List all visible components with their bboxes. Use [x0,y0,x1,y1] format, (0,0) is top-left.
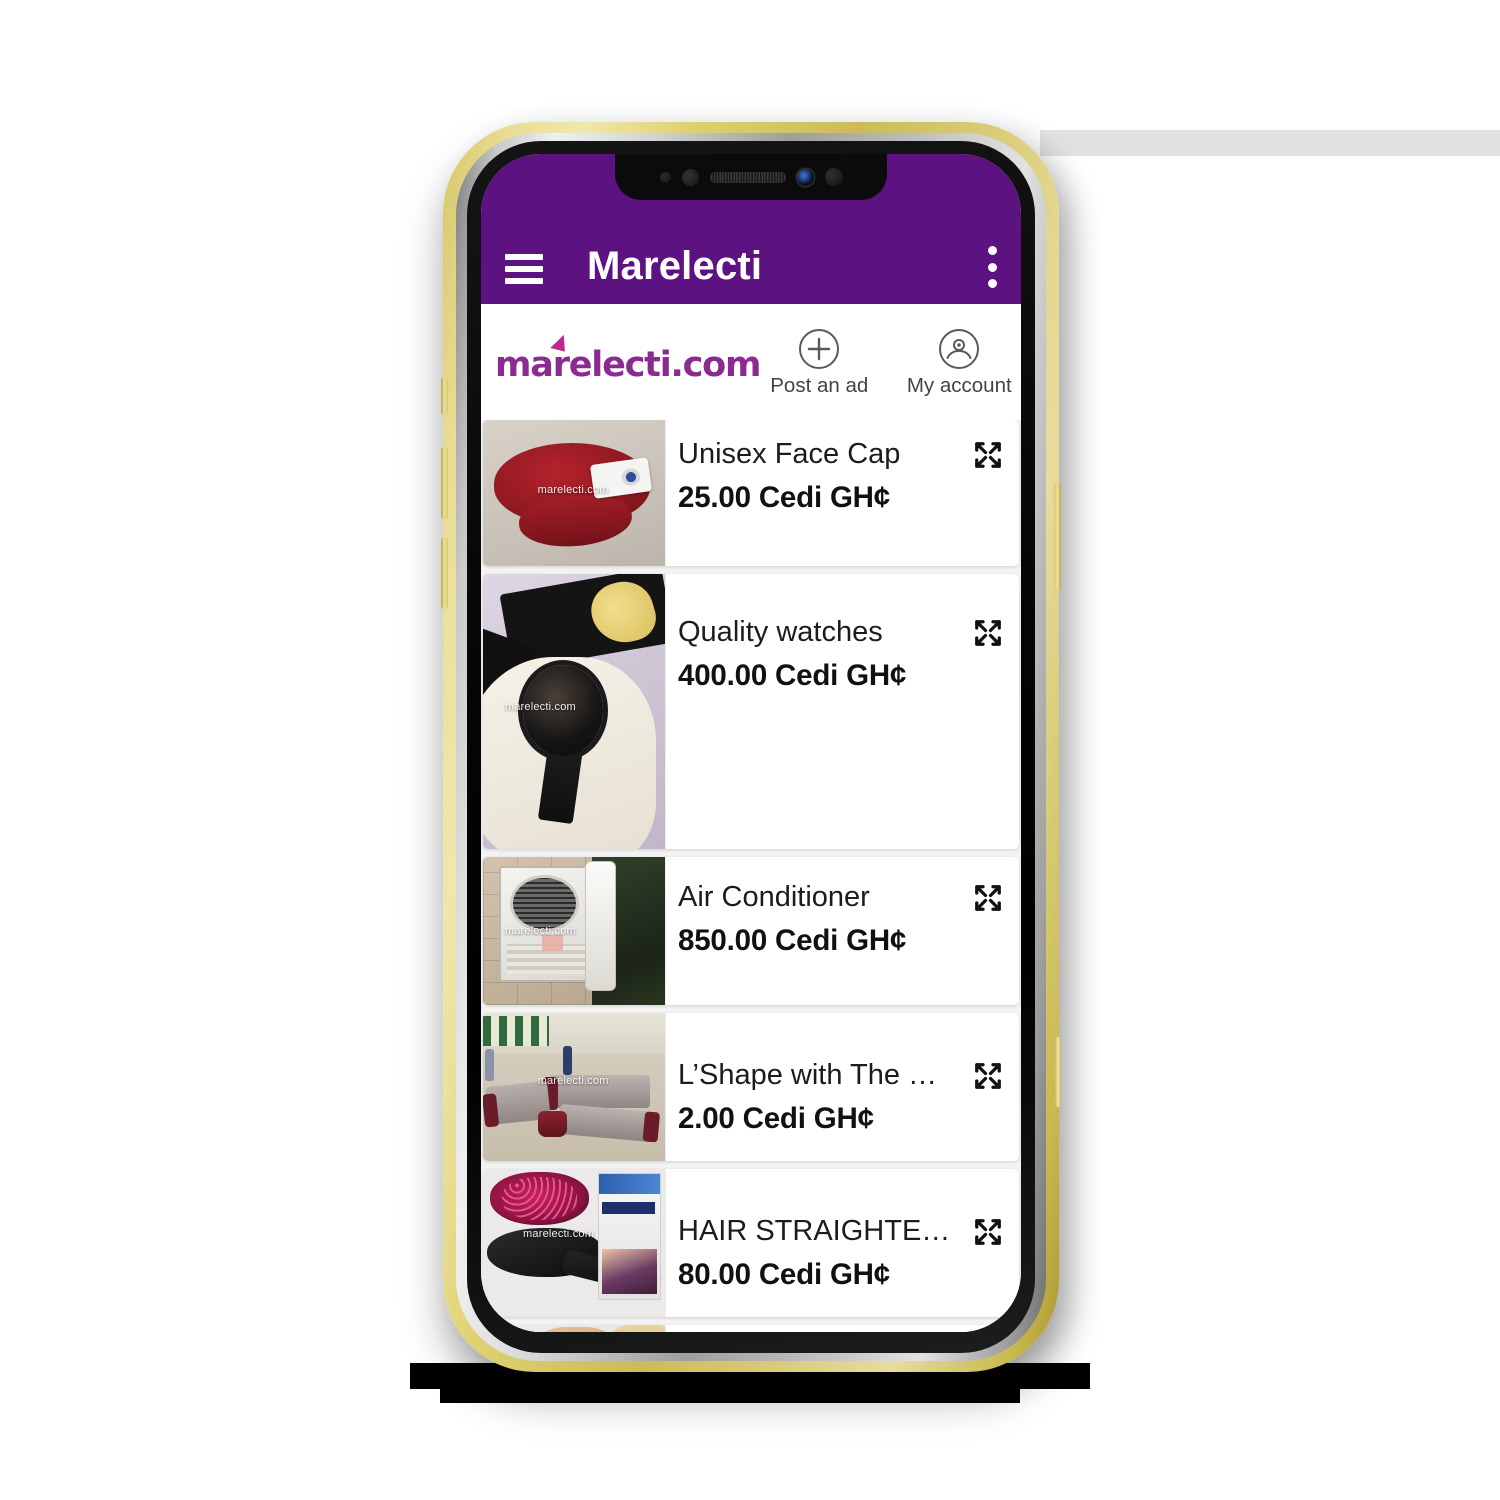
listing-price: 850.00 Cedi GH¢ [678,924,907,958]
volume-up-button[interactable] [441,447,448,519]
expand-arrows-icon[interactable] [973,1061,1003,1091]
listing-details: Air Conditioner 850.00 Cedi GH¢ [665,857,1019,1005]
my-account-button[interactable]: My account [900,327,1018,397]
listing-details: L’Shape with The … 2.00 Cedi GH¢ [665,1013,1019,1161]
listing-card[interactable]: Waist trainer [483,1325,1019,1332]
expand-arrows-icon[interactable] [973,618,1003,648]
listing-thumbnail[interactable] [483,1325,665,1332]
post-an-ad-label: Post an ad [770,374,869,398]
right-side-lower-button[interactable] [1055,1037,1061,1107]
app-title: Marelecti [587,244,763,288]
listing-card[interactable]: marelecti.com Quality watches 400.00 Ced… [483,574,1019,849]
listing-thumbnail[interactable]: marelecti.com [483,1169,665,1317]
photo-watermark: marelecti.com [523,1228,595,1241]
listing-card[interactable]: marelecti.com Air Conditioner 850.00 Ced… [483,857,1019,1005]
account-circle-icon [939,329,980,370]
background-band-right [1040,130,1500,156]
photo-watermark: marelecti.com [504,925,576,938]
listing-title: HAIR STRAIGHTE… [678,1215,951,1247]
phone-notch [615,154,887,200]
photo-watermark: marelecti.com [504,700,576,713]
expand-arrows-icon[interactable] [973,883,1003,913]
front-camera-icon [796,168,814,186]
site-header: marelecti.com Post an ad My account [481,304,1021,420]
expand-arrows-icon[interactable] [973,440,1003,470]
listing-title-row: L’Shape with The … [678,1013,1003,1092]
listing-details: HAIR STRAIGHTE… 80.00 Cedi GH¢ [665,1169,1019,1317]
listing-title-row: Quality watches [678,574,1003,649]
photo-watermark: marelecti.com [537,1075,609,1088]
silent-switch-button[interactable] [441,377,448,415]
phone-screen: Marelecti marelecti.com Post an ad My ac… [481,154,1021,1332]
listing-details: Unisex Face Cap 25.00 Cedi GH¢ [665,420,1019,566]
listing-title: Quality watches [678,616,883,648]
background-band-bottom-inner [440,1389,1020,1403]
listing-title-row: Waist trainer [678,1325,1003,1332]
product-photo-hair-straightener [483,1169,665,1317]
phone-device-mockup: Marelecti marelecti.com Post an ad My ac… [441,122,1061,1372]
volume-down-button[interactable] [441,537,448,609]
listing-thumbnail[interactable]: marelecti.com [483,1013,665,1161]
listings-scroll-area[interactable]: marelecti.com Unisex Face Cap 25.00 Cedi… [481,420,1021,1332]
expand-arrows-icon[interactable] [973,1217,1003,1247]
listing-title: L’Shape with The … [678,1059,938,1091]
earpiece-speaker-icon [709,171,786,183]
listing-details: Waist trainer [665,1325,1019,1332]
three-dot-overflow-icon[interactable] [987,246,997,288]
listing-price: 80.00 Cedi GH¢ [678,1258,890,1292]
listing-title: Air Conditioner [678,881,870,913]
listing-thumbnail[interactable]: marelecti.com [483,420,665,566]
power-button[interactable] [1054,482,1061,590]
header-actions: Post an ad My account [760,327,1021,397]
site-logo[interactable]: marelecti.com [495,331,761,385]
site-logo-text: marelecti.com [495,344,761,385]
proximity-sensor-icon [659,171,671,183]
dot-projector-sensor-icon [824,168,843,186]
listing-title-row: HAIR STRAIGHTE… [678,1169,1003,1248]
listing-title-row: Unisex Face Cap [678,420,1003,471]
my-account-label: My account [906,374,1012,398]
listing-card[interactable]: marelecti.com Unisex Face Cap 25.00 Cedi… [483,420,1019,566]
post-an-ad-button[interactable]: Post an ad [760,327,878,397]
listing-price: 400.00 Cedi GH¢ [678,659,907,693]
photo-watermark: marelecti.com [537,484,609,497]
listing-details: Quality watches 400.00 Cedi GH¢ [665,574,1019,849]
listing-thumbnail[interactable]: marelecti.com [483,574,665,849]
plus-circle-icon [799,329,840,370]
listing-card[interactable]: marelecti.com L’Shape with The … 2.00 Ce… [483,1013,1019,1161]
listing-title: Unisex Face Cap [678,438,901,470]
product-photo-waist-trainer [483,1325,665,1332]
listing-price: 25.00 Cedi GH¢ [678,481,890,515]
listing-card[interactable]: marelecti.com HAIR STRAIGHTE… 80.00 Cedi… [483,1169,1019,1317]
listing-price: 2.00 Cedi GH¢ [678,1102,874,1136]
listing-thumbnail[interactable]: marelecti.com [483,857,665,1005]
hamburger-menu-icon[interactable] [505,254,543,284]
listing-title-row: Air Conditioner [678,857,1003,914]
ambient-light-sensor-icon [681,168,699,186]
